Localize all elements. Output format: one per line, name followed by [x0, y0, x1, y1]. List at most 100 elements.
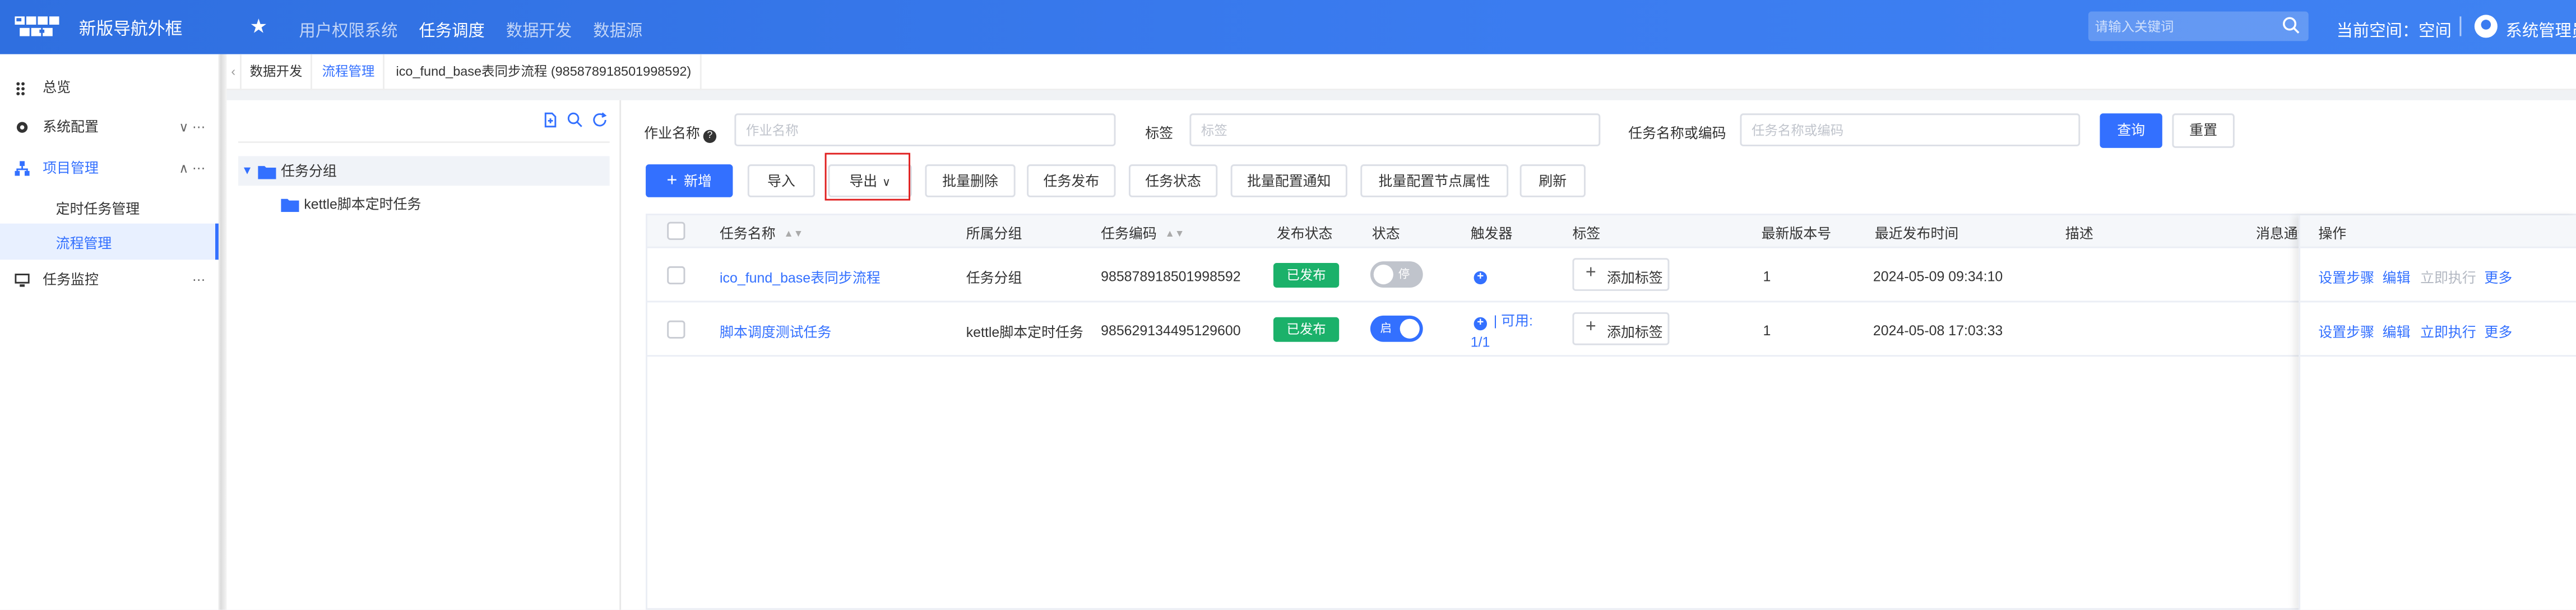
tree-node-label: kettle脚本定时任务 — [304, 195, 421, 212]
expand-more-icon[interactable]: ∨ ⋯ — [179, 119, 205, 134]
publish-time: 2024-05-09 09:34:10 — [1873, 267, 2003, 285]
refresh-icon[interactable] — [591, 112, 608, 128]
table-row: 脚本调度测试任务 kettle脚本定时任务 985629134495129600… — [647, 302, 2576, 357]
task-name-link[interactable]: 脚本调度测试任务 — [720, 322, 831, 342]
publish-status-badge: 已发布 — [1273, 263, 1340, 288]
task-status-button[interactable]: 任务状态 — [1128, 164, 1218, 197]
row-checkbox[interactable] — [667, 320, 685, 339]
add-trigger-icon[interactable]: + — [1474, 271, 1488, 285]
trigger-count[interactable]: 1/1 — [1471, 334, 1490, 350]
sidebar-subitem-scheduled-task[interactable]: 定时任务管理 — [0, 189, 219, 225]
sidebar-subitem-label: 流程管理 — [55, 235, 112, 252]
sort-icon[interactable]: ▲▼ — [784, 230, 803, 240]
more-link[interactable]: 更多 — [2484, 322, 2512, 342]
status-toggle[interactable]: 停 — [1370, 261, 1423, 288]
tag-input[interactable] — [1191, 115, 1599, 145]
search-icon[interactable] — [567, 112, 583, 128]
sidebar-subitem-flow-manage[interactable]: 流程管理 — [0, 223, 219, 260]
task-group: kettle脚本定时任务 — [966, 324, 1083, 340]
tree-node-root[interactable]: ▼ 任务分组 — [238, 156, 610, 186]
nav-data-source[interactable]: 数据源 — [593, 16, 642, 41]
task-name-code-field — [1740, 113, 2081, 146]
add-button-label: 新增 — [684, 172, 712, 190]
add-button[interactable]: + 新增 — [646, 164, 733, 197]
batch-node-attr-button[interactable]: 批量配置节点属性 — [1360, 164, 1509, 197]
current-space[interactable]: 当前空间：空间 — [2337, 16, 2452, 41]
collapse-sidebar-icon[interactable]: ‹ — [227, 54, 242, 91]
add-tag-button[interactable]: + 添加标签 — [1572, 258, 1670, 291]
table-header: 任务名称 ▲▼ 所属分组 任务编码 ▲▼ 发布状态 状态 触发器 标签 最新版本号 … — [647, 215, 2576, 248]
query-button[interactable]: 查询 — [2100, 113, 2162, 148]
sort-icon[interactable]: ▲▼ — [1165, 230, 1184, 240]
help-icon[interactable]: ? — [703, 130, 717, 144]
content-gap — [226, 90, 2576, 100]
reset-button[interactable]: 重置 — [2172, 113, 2235, 148]
sidebar: 总览 系统配置 ∨ ⋯ 项目管理 ∧ ⋯ 定时任务管理 流程管理 任务监控 ⋯ — [0, 54, 220, 610]
sidebar-item-project-manage[interactable]: 项目管理 ∧ ⋯ — [0, 150, 220, 186]
operations-column: 操作 设置步骤 编辑 立即执行 更多 设置步骤 编辑 立即执行 更多 — [2299, 215, 2576, 610]
add-trigger-icon[interactable]: + — [1474, 317, 1488, 331]
nav-data-dev[interactable]: 数据开发 — [506, 16, 572, 41]
search-icon[interactable] — [2282, 16, 2300, 34]
col-trigger: 触发器 — [1470, 225, 1513, 242]
select-all-checkbox[interactable] — [667, 221, 685, 240]
add-file-icon[interactable] — [542, 112, 558, 128]
nav-user-permission[interactable]: 用户权限系统 — [299, 16, 398, 41]
favorite-star-icon[interactable]: ★ — [250, 15, 268, 38]
run-now-link: 立即执行 — [2420, 269, 2476, 286]
more-link[interactable]: 更多 — [2484, 268, 2512, 288]
col-publish-time: 最近发布时间 — [1874, 225, 1959, 242]
set-steps-link[interactable]: 设置步骤 — [2318, 322, 2374, 342]
refresh-button[interactable]: 刷新 — [1519, 164, 1586, 197]
col-task-code[interactable]: 任务编码 ▲▼ — [1101, 224, 1184, 243]
tag-field — [1189, 113, 1601, 146]
trigger-available[interactable]: | 可用: — [1494, 311, 1533, 330]
batch-notify-button[interactable]: 批量配置通知 — [1230, 164, 1347, 197]
group-tree-panel: ▼ 任务分组 kettle脚本定时任务 — [226, 100, 622, 610]
tab-flow-manage[interactable]: 流程管理 — [314, 54, 384, 91]
sidebar-item-label: 任务监控 — [43, 271, 99, 288]
publish-button[interactable]: 任务发布 — [1027, 164, 1116, 197]
task-code: 985878918501998592 — [1101, 267, 1241, 285]
sidebar-subitem-label: 定时任务管理 — [55, 200, 140, 217]
col-task-name[interactable]: 任务名称 ▲▼ — [720, 224, 803, 243]
sidebar-item-system-config[interactable]: 系统配置 ∨ ⋯ — [0, 108, 220, 144]
col-group: 所属分组 — [966, 225, 1022, 242]
job-name-input[interactable] — [736, 115, 1114, 145]
task-name-link[interactable]: ico_fund_base表同步流程 — [720, 268, 881, 288]
edit-link[interactable]: 编辑 — [2383, 268, 2411, 288]
ops-header: 操作 — [2300, 215, 2576, 248]
highlight-box — [824, 152, 911, 201]
user-name[interactable]: 系统管理员 — [2506, 16, 2576, 41]
nav-task-schedule[interactable]: 任务调度 — [419, 16, 485, 41]
user-avatar-icon[interactable] — [2474, 15, 2498, 38]
job-name-label: 作业名称? — [644, 123, 717, 144]
folder-open-icon — [258, 165, 276, 179]
row-checkbox[interactable] — [667, 266, 685, 285]
plus-icon: + — [666, 170, 678, 191]
monitor-icon — [15, 272, 30, 286]
sidebar-item-label: 总览 — [43, 78, 71, 96]
col-desc: 描述 — [2065, 225, 2093, 242]
sidebar-item-task-monitor[interactable]: 任务监控 ⋯ — [0, 261, 220, 297]
set-steps-link[interactable]: 设置步骤 — [2318, 268, 2374, 288]
caret-down-icon[interactable]: ▼ — [242, 165, 253, 177]
tab-data-dev[interactable]: 数据开发 — [242, 54, 312, 91]
tab-flow-detail[interactable]: ico_fund_base表同步流程 (985878918501998592) — [388, 54, 701, 91]
job-name-label-text: 作业名称 — [644, 124, 700, 142]
run-now-link[interactable]: 立即执行 — [2420, 322, 2476, 342]
task-name-code-input[interactable] — [1741, 115, 2079, 145]
import-button[interactable]: 导入 — [747, 164, 816, 197]
status-toggle[interactable]: 启 — [1370, 315, 1423, 342]
sidebar-item-overview[interactable]: 总览 — [0, 69, 220, 105]
collapse-more-icon[interactable]: ∧ ⋯ — [179, 160, 205, 175]
plus-icon: + — [1585, 317, 1596, 337]
edit-link[interactable]: 编辑 — [2383, 322, 2411, 342]
toggle-knob — [1400, 318, 1420, 339]
more-icon[interactable]: ⋯ — [192, 272, 205, 286]
publish-time: 2024-05-08 17:03:33 — [1873, 322, 2003, 339]
tree-node-child[interactable]: kettle脚本定时任务 — [281, 189, 609, 219]
add-tag-button[interactable]: + 添加标签 — [1572, 312, 1670, 345]
batch-delete-button[interactable]: 批量删除 — [925, 164, 1016, 197]
search-input[interactable] — [2095, 15, 2276, 38]
